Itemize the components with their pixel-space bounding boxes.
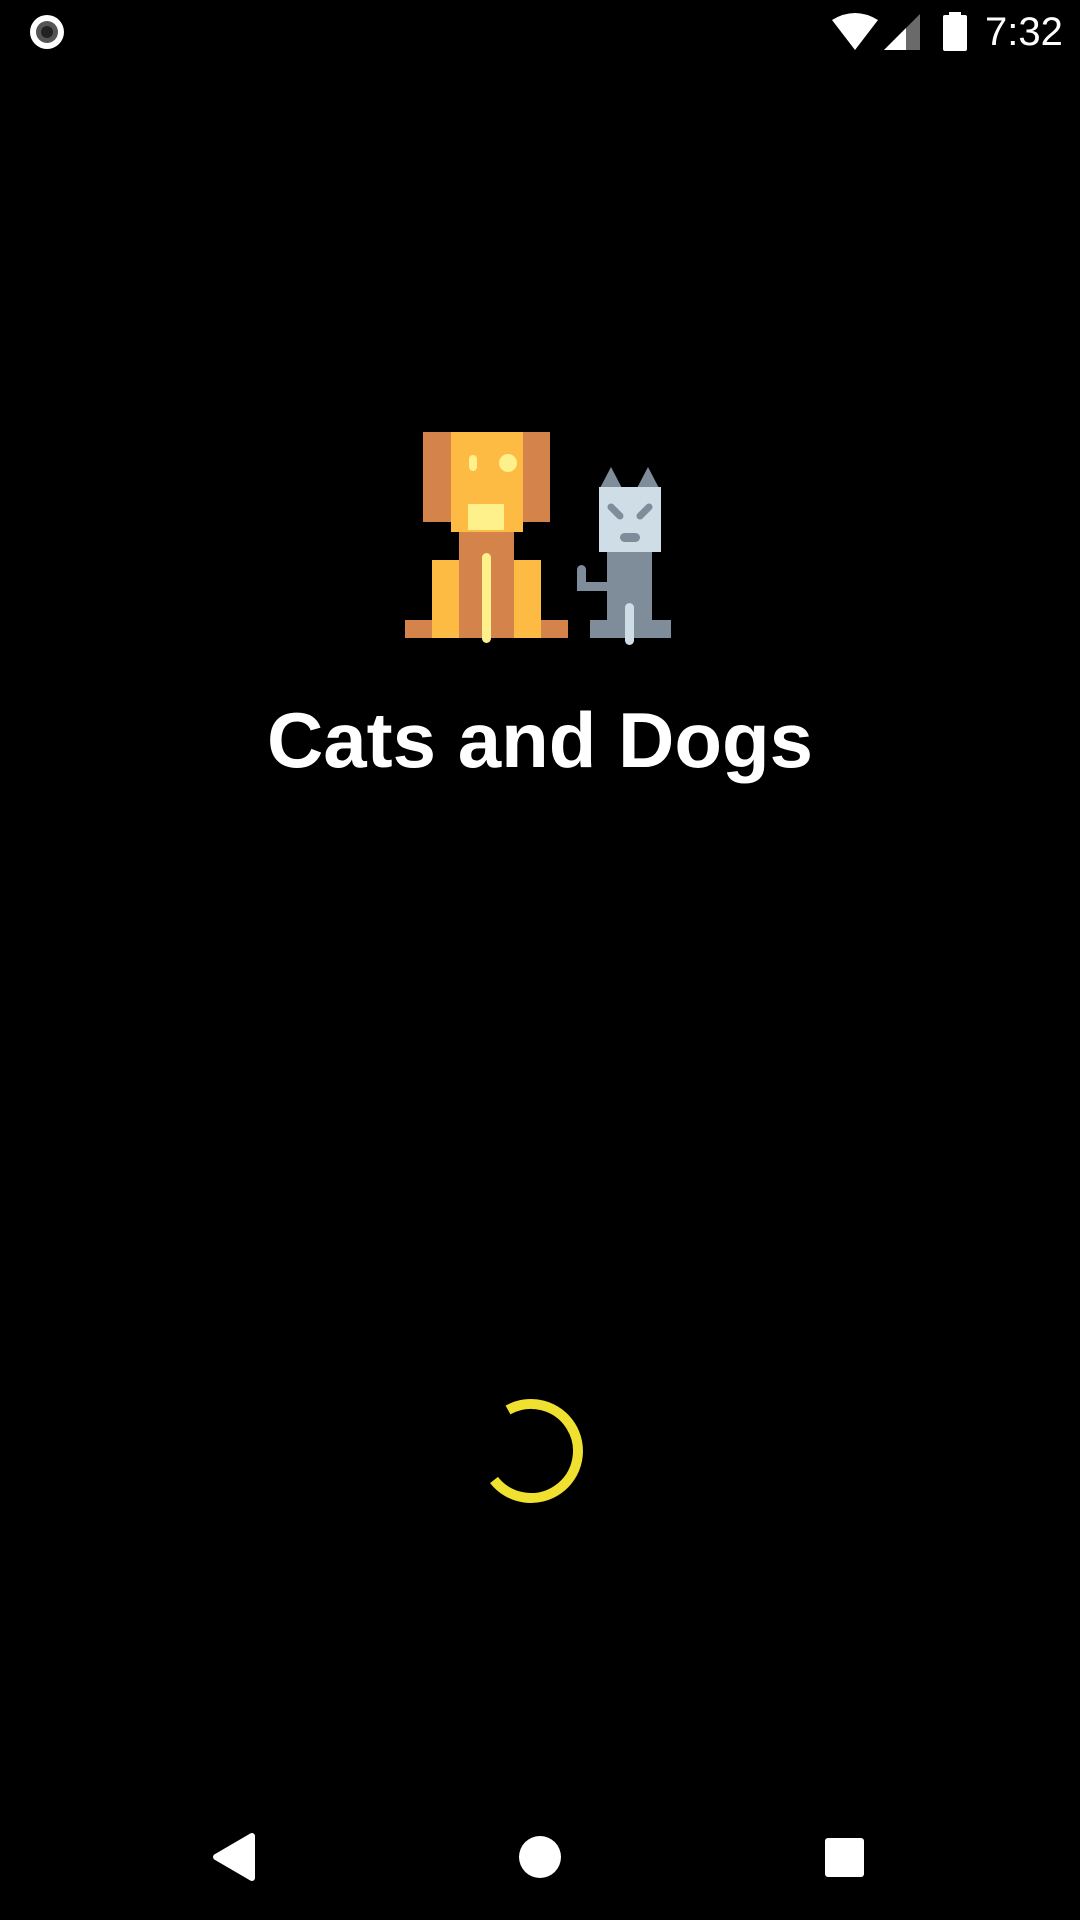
cell-signal-icon — [882, 12, 922, 52]
splash-screen: 7:32 Cats and Dogs — [0, 0, 1080, 1920]
back-button[interactable] — [176, 1800, 296, 1920]
status-time: 7:32 — [985, 10, 1063, 54]
dog-icon — [405, 432, 568, 643]
battery-icon — [940, 12, 970, 52]
home-circle-icon — [519, 1836, 561, 1878]
dog-and-cat-logo — [405, 425, 675, 650]
home-button[interactable] — [480, 1800, 600, 1920]
navigation-bar — [0, 1800, 1080, 1920]
screen-record-icon — [28, 13, 66, 51]
status-bar: 7:32 — [0, 0, 1080, 63]
back-triangle-icon — [213, 1833, 255, 1881]
wifi-icon — [830, 12, 880, 52]
app-title: Cats and Dogs — [266, 696, 814, 784]
cat-icon — [577, 467, 671, 645]
recents-square-icon — [825, 1838, 864, 1877]
recents-button[interactable] — [784, 1800, 904, 1920]
loading-spinner — [490, 1390, 590, 1505]
